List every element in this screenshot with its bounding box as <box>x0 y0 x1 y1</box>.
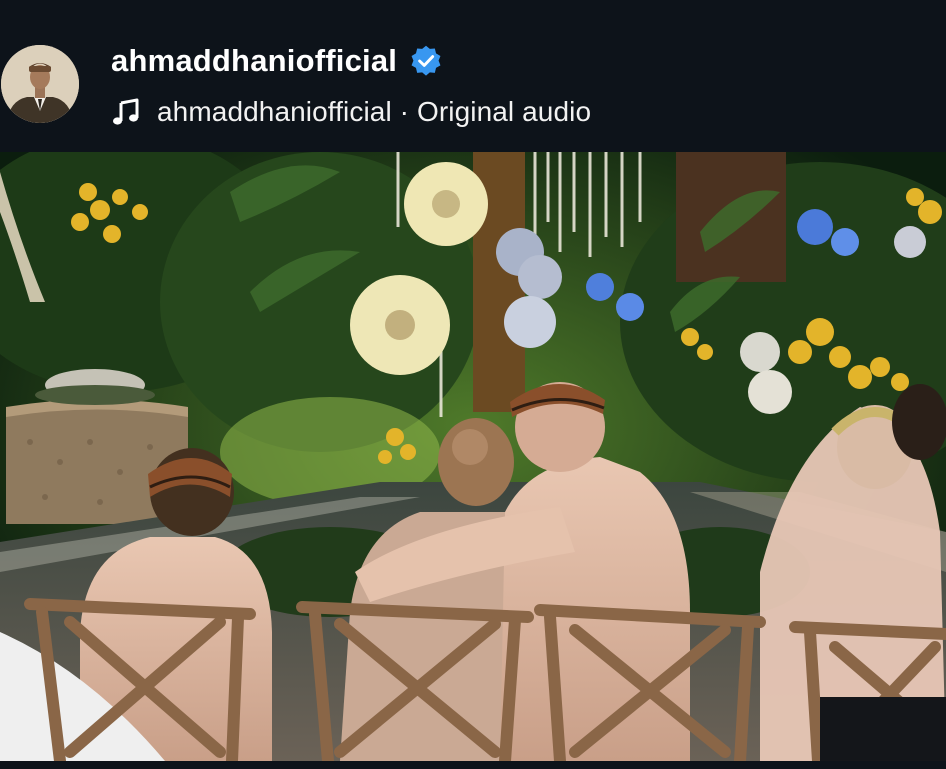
audio-label: ahmaddhaniofficial · Original audio <box>157 96 592 127</box>
audio-link[interactable]: ahmaddhaniofficial · Original audio <box>111 92 591 132</box>
username-link[interactable]: ahmaddhaniofficial <box>111 43 397 79</box>
verified-badge-icon <box>411 45 441 76</box>
post-header: ahmaddhaniofficial ahmaddhaniofficial · … <box>0 0 946 152</box>
bottom-bar <box>0 761 946 769</box>
post-media[interactable] <box>0 152 946 761</box>
music-note-icon <box>113 98 139 125</box>
avatar[interactable] <box>1 45 79 123</box>
